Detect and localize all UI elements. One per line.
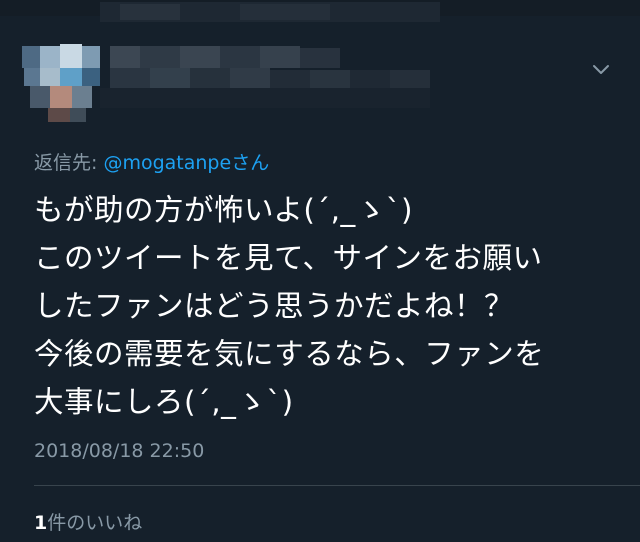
name-pixel (260, 46, 300, 68)
handle-pixel (230, 68, 270, 88)
reply-handle-link[interactable]: @mogatanpe (103, 152, 231, 174)
tweet-line: 今後の需要を気にするなら、ファンを (34, 337, 545, 371)
pixelated-profile-header[interactable] (0, 0, 500, 130)
handle-pixel (310, 70, 350, 88)
tweet-text: もが助の方が怖いよ(´,_ゝ`) このツイートを見て、サインをお願い したファン… (34, 186, 634, 426)
avatar-pixel (72, 86, 92, 108)
handle-pixel (100, 88, 430, 108)
likes-count: 1 (34, 512, 48, 534)
likes-summary[interactable]: 1件のいいね (34, 508, 142, 535)
avatar-pixel (40, 46, 60, 68)
name-pixel (220, 46, 260, 68)
tweet-line: 大事にしろ(´,_ゝ`) (34, 385, 294, 419)
reply-suffix[interactable]: さん (231, 152, 269, 174)
tweet-line: このツイートを見て、サインをお願い (34, 241, 543, 275)
name-pixel (240, 4, 330, 20)
reply-prefix: 返信先: (34, 152, 104, 174)
likes-label: 件のいいね (47, 512, 143, 534)
handle-pixel (270, 70, 310, 88)
avatar-pixel (82, 68, 100, 86)
handle-pixel (390, 70, 430, 88)
avatar-pixel (60, 68, 82, 86)
name-pixel (120, 4, 180, 20)
handle-pixel (150, 68, 190, 88)
tweet-timestamp[interactable]: 2018/08/18 22:50 (34, 440, 204, 462)
name-pixel (180, 46, 220, 68)
tweet-line: したファンはどう思うかだよね！？ (34, 289, 515, 323)
avatar-pixel (50, 86, 72, 108)
avatar-pixel (22, 46, 40, 68)
avatar-pixel (24, 68, 40, 86)
avatar-pixel (70, 108, 86, 122)
avatar-pixel (60, 44, 82, 68)
avatar-pixel (82, 46, 100, 68)
divider (34, 485, 640, 486)
name-pixel (300, 48, 340, 68)
name-pixel (140, 46, 180, 68)
reply-to-line: 返信先: @mogatanpeさん (34, 148, 269, 175)
handle-pixel (350, 70, 390, 88)
chevron-down-icon[interactable] (590, 58, 612, 80)
avatar-pixel (48, 108, 70, 122)
tweet-line: もが助の方が怖いよ(´,_ゝ`) (34, 193, 414, 227)
handle-pixel (110, 68, 150, 88)
avatar-pixel (40, 68, 60, 86)
handle-pixel (190, 68, 230, 88)
avatar-pixel (30, 86, 50, 108)
name-pixel (110, 46, 140, 68)
